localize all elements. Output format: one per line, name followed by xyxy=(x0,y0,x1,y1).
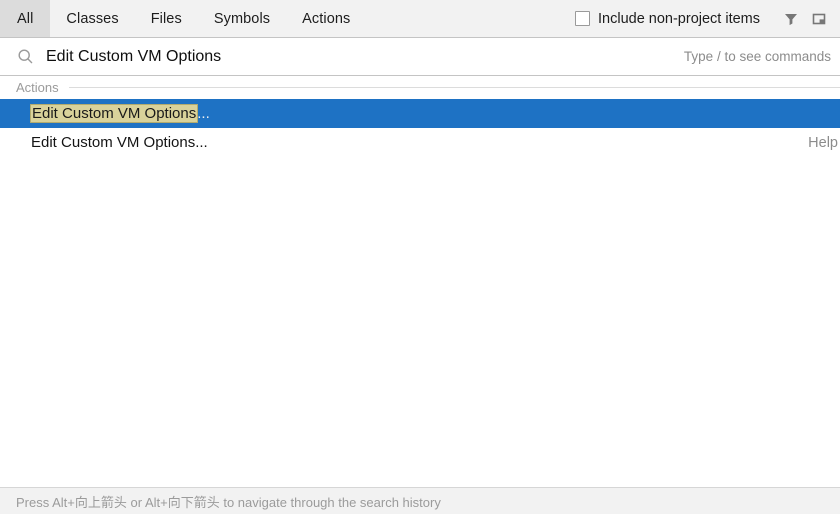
footer-hint-text: Press Alt+向上箭头 or Alt+向下箭头 to navigate t… xyxy=(16,494,441,510)
tab-actions[interactable]: Actions xyxy=(286,0,366,37)
tab-all-label: All xyxy=(17,10,34,27)
results-group-label: Actions xyxy=(16,80,59,95)
result-item-tail: ... xyxy=(197,105,210,122)
tab-symbols-label: Symbols xyxy=(213,10,271,27)
result-item-label: Edit Custom VM Options... xyxy=(30,104,210,123)
tab-files[interactable]: Files xyxy=(135,0,198,37)
tab-classes[interactable]: Classes xyxy=(50,0,134,37)
tab-bar: All Classes Files Symbols Actions xyxy=(0,0,366,37)
search-everywhere-popup: All Classes Files Symbols Actions Includ… xyxy=(0,0,840,514)
tab-classes-label: Classes xyxy=(66,10,119,27)
result-item-source: Help xyxy=(808,134,838,151)
list-item[interactable]: Edit Custom VM Options... xyxy=(0,99,840,128)
filter-icon[interactable] xyxy=(778,6,804,32)
results-list: Actions Edit Custom VM Options... Edit C… xyxy=(0,76,840,487)
search-commands-hint: Type / to see commands xyxy=(683,49,831,64)
results-group-divider xyxy=(68,87,840,88)
window-toggle-icon[interactable] xyxy=(806,6,832,32)
tab-actions-label: Actions xyxy=(302,10,351,27)
result-item-label: Edit Custom VM Options... xyxy=(31,134,208,151)
footer-bar: Press Alt+向上箭头 or Alt+向下箭头 to navigate t… xyxy=(0,487,840,514)
tab-all[interactable]: All xyxy=(0,0,51,37)
search-input[interactable]: Edit Custom VM Options xyxy=(46,48,221,66)
result-match-highlight: Edit Custom VM Options xyxy=(30,104,199,123)
search-icon xyxy=(16,48,34,66)
tab-files-label: Files xyxy=(150,10,182,27)
header-bar: All Classes Files Symbols Actions Includ… xyxy=(0,0,840,38)
include-non-project-items-checkbox[interactable] xyxy=(575,11,590,26)
include-non-project-items-label: Include non-project items xyxy=(598,10,760,27)
results-group-header-actions: Actions xyxy=(0,76,840,99)
header-controls: Include non-project items xyxy=(575,0,840,37)
search-bar[interactable]: Edit Custom VM Options Type / to see com… xyxy=(0,38,840,76)
list-item[interactable]: Edit Custom VM Options... Help xyxy=(0,128,840,157)
include-non-project-items-toggle[interactable]: Include non-project items xyxy=(575,11,760,27)
tab-symbols[interactable]: Symbols xyxy=(198,0,286,37)
